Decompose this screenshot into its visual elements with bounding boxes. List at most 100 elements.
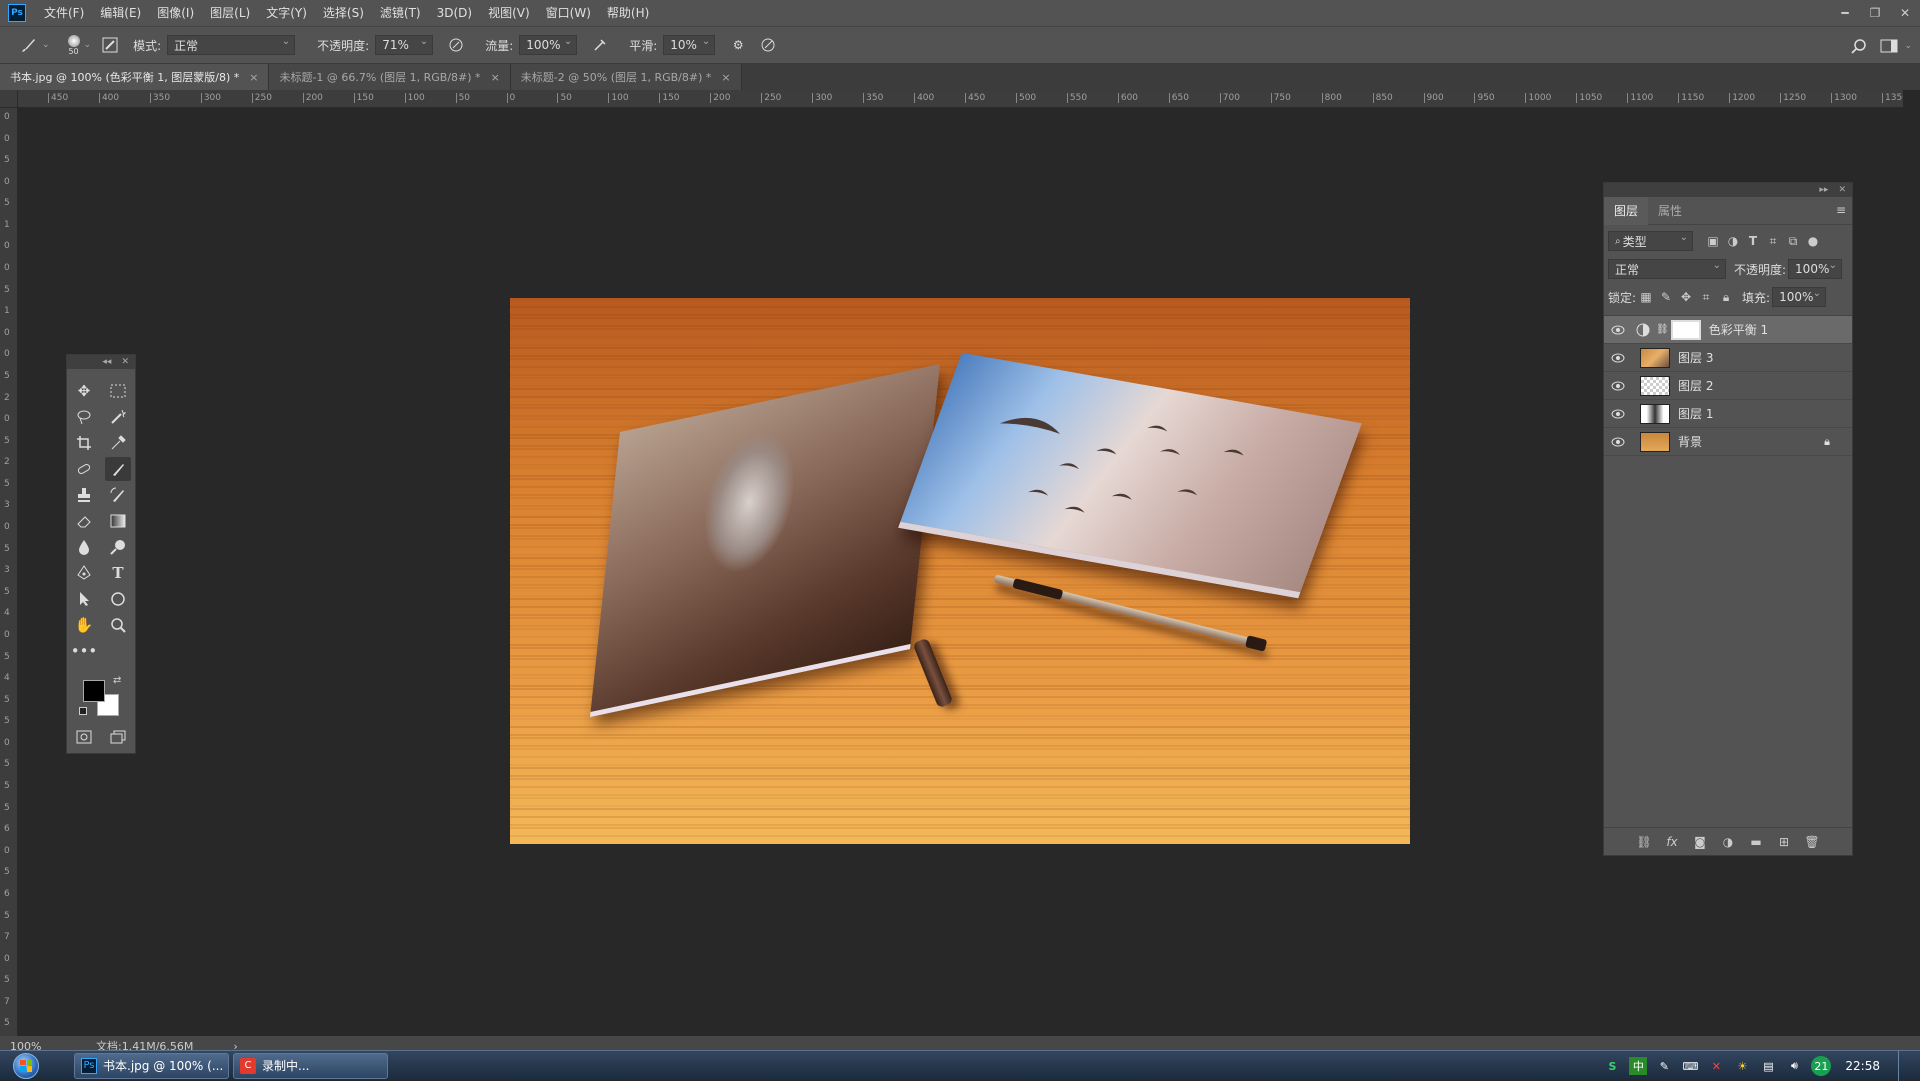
- layer-row-layer-1[interactable]: 图层 1: [1604, 400, 1852, 428]
- collapse-icon[interactable]: ▸▸: [1819, 185, 1828, 195]
- screen-mode-icon[interactable]: [105, 725, 131, 749]
- layer-row-color-balance[interactable]: ⛓︎ 色彩平衡 1: [1604, 316, 1852, 344]
- network-icon[interactable]: ▤: [1759, 1057, 1777, 1075]
- path-selection-tool-icon[interactable]: [71, 587, 97, 611]
- fill-input[interactable]: 100%: [1772, 287, 1827, 307]
- lock-pixels-icon[interactable]: ✎: [1656, 287, 1676, 307]
- brush-preset-picker[interactable]: 50: [67, 34, 80, 56]
- panel-menu-icon[interactable]: ≡: [1836, 203, 1846, 217]
- default-colors-icon[interactable]: [79, 707, 87, 715]
- tab-book-doc[interactable]: 书本.jpg @ 100% (色彩平衡 1, 图层蒙版/8) * ×: [0, 64, 270, 90]
- lock-all-icon[interactable]: 🔒︎: [1716, 287, 1736, 307]
- document-image[interactable]: [510, 298, 1410, 844]
- crop-tool-icon[interactable]: [71, 431, 97, 455]
- mask-link-icon[interactable]: ⛓︎: [1656, 324, 1669, 335]
- workspace-chevron-icon[interactable]: ⌄: [1904, 41, 1912, 51]
- gear-icon[interactable]: ⚙: [727, 34, 749, 56]
- brush-tool-icon[interactable]: [105, 457, 131, 481]
- layer-row-layer-3[interactable]: 图层 3: [1604, 344, 1852, 372]
- flow-input[interactable]: 100%: [519, 35, 578, 55]
- foreground-color-swatch[interactable]: [83, 680, 105, 702]
- ruler-origin[interactable]: [0, 90, 18, 108]
- filter-pixel-icon[interactable]: ▣: [1703, 231, 1723, 251]
- airbrush-icon[interactable]: [589, 34, 611, 56]
- eyedropper-tool-icon[interactable]: [105, 431, 131, 455]
- minimize-icon[interactable]: ━: [1830, 0, 1860, 26]
- sogou-s-icon[interactable]: S: [1603, 1057, 1621, 1075]
- lock-transparent-icon[interactable]: ▦: [1636, 287, 1656, 307]
- menu-image[interactable]: 图像(I): [149, 0, 202, 26]
- visibility-eye-icon[interactable]: [1604, 409, 1632, 419]
- new-adjustment-icon[interactable]: ◑: [1718, 832, 1738, 852]
- dodge-tool-icon[interactable]: [105, 535, 131, 559]
- visibility-eye-icon[interactable]: [1604, 353, 1632, 363]
- menu-edit[interactable]: 编辑(E): [92, 0, 149, 26]
- workspace-icon[interactable]: [1878, 35, 1900, 57]
- menu-3d[interactable]: 3D(D): [429, 0, 480, 26]
- marquee-tool-icon[interactable]: [105, 379, 131, 403]
- clone-stamp-tool-icon[interactable]: [71, 483, 97, 507]
- tray-badge[interactable]: 21: [1811, 1056, 1832, 1076]
- ellipse-tool-icon[interactable]: [105, 587, 131, 611]
- tab-untitled-2[interactable]: 未标题-2 @ 50% (图层 1, RGB/8#) * ×: [510, 64, 742, 90]
- clock[interactable]: 22:58: [1845, 1059, 1880, 1073]
- blend-mode-select[interactable]: 正常: [1608, 259, 1726, 279]
- filter-shape-icon[interactable]: ⌗: [1763, 231, 1783, 251]
- weather-icon[interactable]: ☀: [1733, 1057, 1751, 1075]
- add-mask-icon[interactable]: ◙: [1690, 832, 1710, 852]
- hand-tool-icon[interactable]: ✋: [71, 613, 97, 637]
- keyboard-icon[interactable]: ⌨: [1681, 1057, 1699, 1075]
- show-desktop-button[interactable]: [1898, 1051, 1910, 1081]
- security-icon[interactable]: ✕: [1707, 1057, 1725, 1075]
- layer-mask-thumbnail[interactable]: [1670, 319, 1701, 340]
- taskbar-recording-window[interactable]: C 录制中...: [233, 1052, 388, 1079]
- filter-smart-object-icon[interactable]: ⧉: [1783, 231, 1803, 251]
- close-icon[interactable]: ✕: [121, 357, 129, 367]
- ime-icon[interactable]: 中: [1629, 1057, 1648, 1075]
- quick-mask-icon[interactable]: [71, 725, 97, 749]
- volume-icon[interactable]: 🔊︎: [1785, 1057, 1803, 1075]
- pen-tool-icon[interactable]: [71, 561, 97, 585]
- delete-layer-icon[interactable]: 🗑︎: [1802, 832, 1822, 852]
- menu-file[interactable]: 文件(F): [36, 0, 92, 26]
- zoom-tool-icon[interactable]: [105, 613, 131, 637]
- restore-icon[interactable]: ❐: [1860, 0, 1890, 26]
- menu-select[interactable]: 选择(S): [315, 0, 372, 26]
- tab-untitled-1[interactable]: 未标题-1 @ 66.7% (图层 1, RGB/8#) * ×: [269, 64, 511, 90]
- opacity-input[interactable]: 71%: [375, 35, 434, 55]
- visibility-eye-icon[interactable]: [1604, 325, 1632, 335]
- mode-select[interactable]: 正常: [167, 35, 296, 55]
- swap-colors-icon[interactable]: ⇄: [113, 675, 121, 686]
- menu-type[interactable]: 文字(Y): [258, 0, 315, 26]
- pen-tray-icon[interactable]: ✎: [1655, 1057, 1673, 1075]
- brush-panel-toggle-icon[interactable]: [99, 34, 121, 56]
- lock-position-icon[interactable]: ✥: [1676, 287, 1696, 307]
- type-tool-icon[interactable]: T: [105, 561, 131, 585]
- collapse-icon[interactable]: ◂◂: [102, 357, 111, 367]
- menu-help[interactable]: 帮助(H): [599, 0, 657, 26]
- new-group-icon[interactable]: ▬: [1746, 832, 1766, 852]
- pressure-opacity-icon[interactable]: [445, 34, 467, 56]
- fx-icon[interactable]: fx: [1662, 832, 1682, 852]
- move-tool-icon[interactable]: ✥: [71, 379, 97, 403]
- pressure-size-icon[interactable]: [757, 34, 779, 56]
- taskbar-photoshop-window[interactable]: Ps 书本.jpg @ 100% (...: [74, 1052, 229, 1079]
- link-layers-icon[interactable]: ⛓︎: [1634, 832, 1654, 852]
- search-icon[interactable]: [1848, 35, 1870, 57]
- filter-type-icon[interactable]: T: [1743, 231, 1763, 251]
- start-button-icon[interactable]: [8, 1051, 44, 1081]
- history-brush-tool-icon[interactable]: [105, 483, 131, 507]
- magic-wand-tool-icon[interactable]: [105, 405, 131, 429]
- close-icon[interactable]: ×: [249, 71, 258, 84]
- tab-layers[interactable]: 图层: [1604, 196, 1649, 225]
- layer-row-background[interactable]: 背景 🔒︎: [1604, 428, 1852, 456]
- menu-filter[interactable]: 滤镜(T): [372, 0, 429, 26]
- smoothing-input[interactable]: 10%: [663, 35, 716, 55]
- new-layer-icon[interactable]: ⊞: [1774, 832, 1794, 852]
- close-icon[interactable]: ×: [721, 71, 730, 84]
- menu-window[interactable]: 窗口(W): [538, 0, 599, 26]
- eraser-tool-icon[interactable]: [71, 509, 97, 533]
- blur-tool-icon[interactable]: [71, 535, 97, 559]
- lasso-tool-icon[interactable]: [71, 405, 97, 429]
- brush-tool-icon[interactable]: [18, 34, 40, 56]
